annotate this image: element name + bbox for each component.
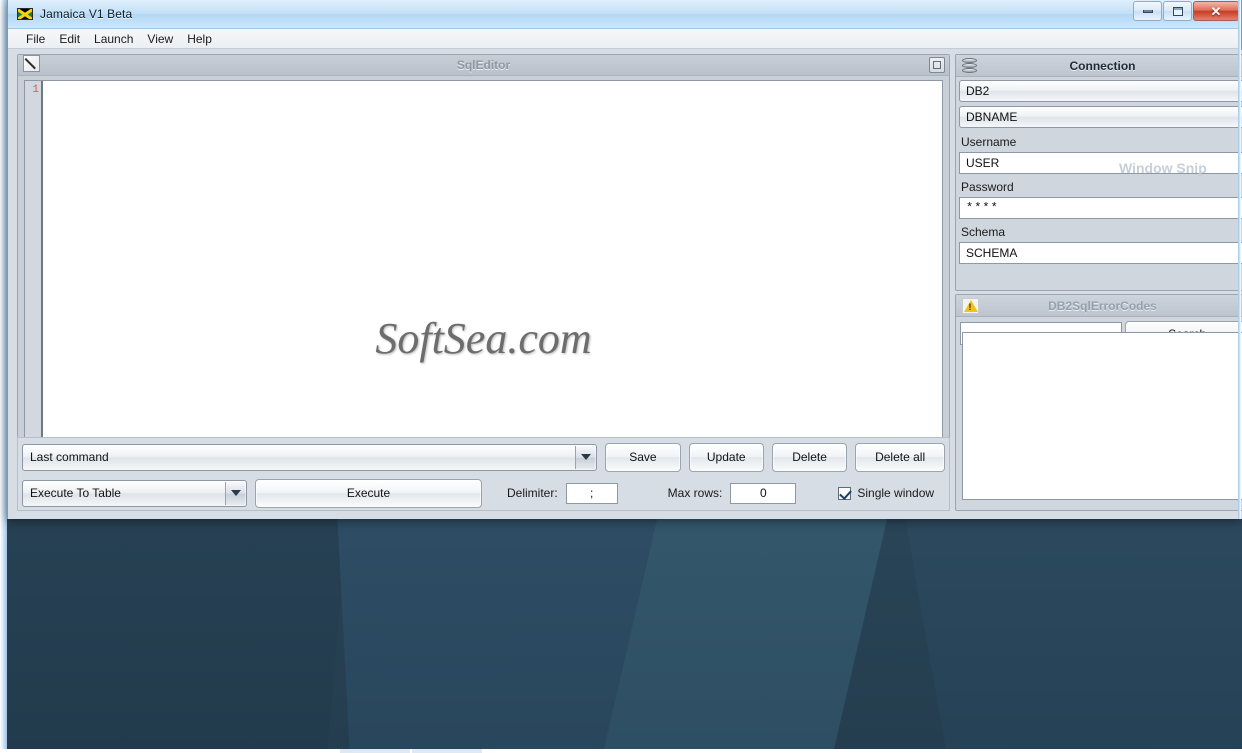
close-icon: ✕ [1210,3,1222,19]
sql-editor-title: SqlEditor [456,58,511,72]
username-input[interactable]: USER [959,152,1242,174]
last-command-dropdown[interactable]: Last command [22,443,598,471]
menu-item-view[interactable]: View [140,30,180,48]
sql-editor-maximize-button[interactable] [929,57,945,73]
command-row-bottom: Execute To Table Execute Delimiter: ; Ma… [22,478,945,508]
background-window-left-edge [0,0,7,753]
error-codes-title: DB2SqlErrorCodes [1048,298,1157,313]
database-value: DBNAME [966,110,1018,124]
password-label: Password [961,180,1014,194]
driver-dropdown[interactable]: DB2 [959,80,1242,102]
execute-mode-dropdown[interactable]: Execute To Table [22,479,247,507]
delete-button[interactable]: Delete [771,442,848,472]
maximize-icon [1172,6,1183,16]
single-window-label: Single window [857,486,935,500]
taskbar-strip [0,749,1242,753]
database-dropdown[interactable]: DBNAME [959,106,1242,128]
maximize-square-icon [933,61,941,69]
application-window: Jamaica V1 Beta ✕ File Edit Launch View … [7,0,1242,519]
window-controls: ✕ [1133,1,1239,21]
close-button[interactable]: ✕ [1193,1,1239,21]
single-window-checkbox-wrap[interactable]: Single window [838,486,934,500]
driver-value: DB2 [966,84,990,98]
line-number: 1 [32,84,39,96]
warning-icon [962,298,979,314]
sql-editor-title-bar[interactable]: SqlEditor [18,55,949,76]
error-codes-panel: DB2SqlErrorCodes Search [955,294,1242,511]
menu-bar: File Edit Launch View Help [8,29,1241,49]
schema-label: Schema [961,225,1006,239]
delete-all-button[interactable]: Delete all [855,442,945,472]
schema-input[interactable]: SCHEMA [959,242,1242,264]
command-row-top: Last command Save Update Delete Delete a… [22,442,945,472]
maximize-button[interactable] [1163,1,1192,21]
pencil-icon [23,55,40,72]
delimiter-input[interactable]: ; [565,482,618,504]
username-label: Username [961,135,1017,149]
database-icon [962,58,977,74]
menu-item-file[interactable]: File [19,30,52,48]
max-rows-input[interactable]: 0 [730,482,797,504]
command-toolbar: Last command Save Update Delete Delete a… [17,437,950,511]
connection-panel: Connection DB2 DBNAME Username USER Pass… [955,54,1242,291]
minimize-icon [1142,9,1153,13]
menu-item-launch[interactable]: Launch [87,30,140,48]
connection-form: DB2 DBNAME Username USER Password **** S… [956,77,1242,264]
last-command-value: Last command [30,450,109,464]
save-button[interactable]: Save [605,442,681,472]
right-panel-column: Connection DB2 DBNAME Username USER Pass… [955,54,1242,511]
update-button[interactable]: Update [688,442,764,472]
window-title: Jamaica V1 Beta [40,7,133,21]
connection-title: Connection [1069,58,1136,73]
minimize-button[interactable] [1133,1,1162,21]
error-codes-results-list[interactable] [962,332,1242,500]
window-title-bar[interactable]: Jamaica V1 Beta ✕ [8,0,1241,29]
menu-item-edit[interactable]: Edit [52,30,87,48]
background-window-right-edge [1238,0,1241,519]
connection-title-bar[interactable]: Connection [956,55,1242,77]
max-rows-label: Max rows: [667,486,723,500]
chevron-down-icon[interactable] [575,445,596,469]
execute-button[interactable]: Execute [255,478,482,508]
chevron-down-icon[interactable] [225,481,245,505]
error-codes-title-bar[interactable]: DB2SqlErrorCodes [956,295,1242,317]
single-window-checkbox[interactable] [838,486,852,500]
menu-item-help[interactable]: Help [180,30,219,48]
jamaica-flag-icon [17,8,33,20]
password-input[interactable]: **** [959,197,1242,219]
delimiter-label: Delimiter: [507,486,558,500]
execute-mode-value: Execute To Table [30,486,121,500]
